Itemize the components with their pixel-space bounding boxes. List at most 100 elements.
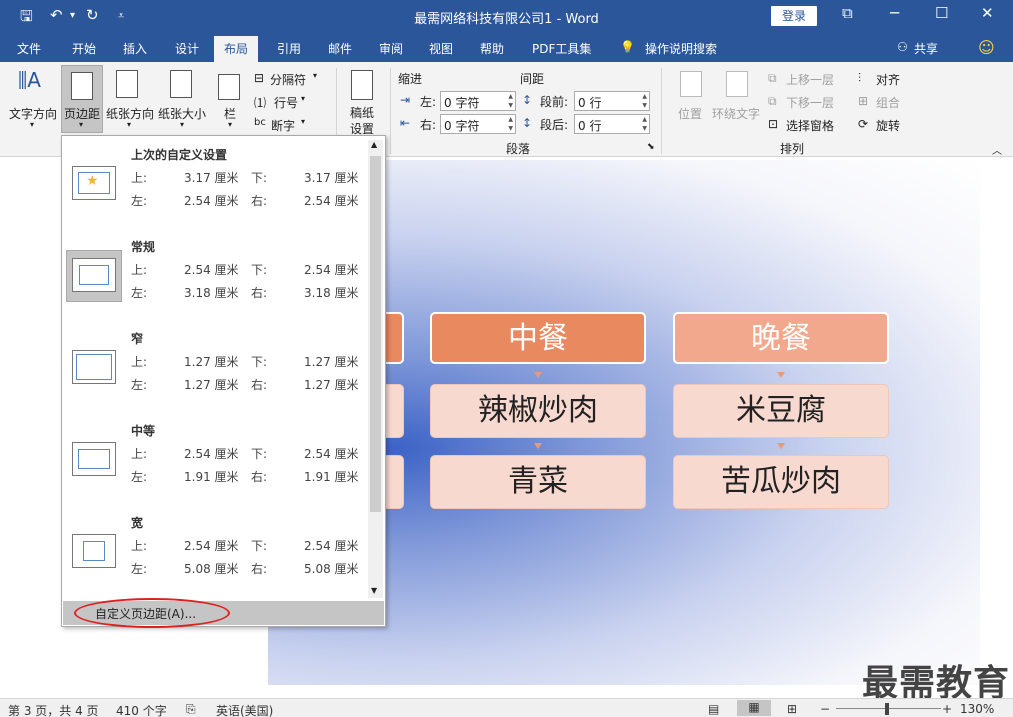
diagram-header-dinner[interactable]: 晚餐 — [673, 312, 889, 364]
spacing-after-input[interactable]: 0 行 ▲ ▼ — [574, 114, 650, 134]
minimize-button[interactable]: ─ — [890, 4, 899, 22]
selection-pane-icon: ⊡ — [768, 117, 779, 131]
scroll-down-icon[interactable]: ▼ — [371, 586, 377, 595]
spacing-header: 间距 — [520, 72, 545, 86]
tab-view[interactable]: 视图 — [429, 40, 453, 57]
value-bottom: 2.54 厘米 — [304, 539, 359, 553]
spacing-before-icon: ↕ — [522, 93, 533, 107]
value-bottom: 2.54 厘米 — [304, 263, 359, 277]
proofing-icon[interactable]: ⎘ — [186, 702, 196, 717]
label-left: 左: — [131, 286, 148, 300]
label-left: 左: — [131, 194, 148, 208]
chevron-down-icon: ▾ — [313, 71, 318, 80]
preset-name: 上次的自定义设置 — [131, 148, 228, 162]
share-button[interactable]: 共享 — [914, 40, 938, 57]
ribbon-display-icon[interactable]: ⧉ — [842, 4, 853, 22]
tab-home[interactable]: 开始 — [72, 40, 96, 57]
tab-layout[interactable]: 布局 — [214, 36, 259, 62]
tab-references[interactable]: 引用 — [277, 40, 301, 57]
group-button[interactable]: 组合 — [876, 94, 900, 111]
collapse-ribbon-icon[interactable]: ︿ — [992, 142, 1002, 157]
paragraph-dialog-launcher-icon[interactable]: ⬊ — [647, 142, 655, 152]
hyphenation-icon: bc — [254, 117, 266, 128]
read-mode-icon[interactable]: ▤ — [708, 702, 719, 716]
label-bottom: 下: — [251, 355, 268, 369]
zoom-level[interactable]: 130% — [960, 702, 994, 716]
zoom-slider-thumb[interactable] — [885, 703, 889, 715]
tab-pdf-tools[interactable]: PDF工具集 — [532, 40, 591, 57]
maximize-button[interactable]: ☐ — [935, 4, 948, 22]
wrap-text-icon — [726, 71, 748, 97]
down-arrow-icon — [777, 443, 785, 449]
value-left: 1.91 厘米 — [184, 470, 239, 484]
line-numbers-icon: ⑴ — [254, 96, 267, 110]
align-button[interactable]: 对齐 — [876, 71, 900, 88]
tell-me-search[interactable]: 操作说明搜索 — [645, 40, 717, 57]
tab-file[interactable]: 文件 — [17, 40, 41, 57]
tab-review[interactable]: 审阅 — [379, 40, 403, 57]
indent-left-input[interactable]: 0 字符 ▲ ▼ — [440, 91, 516, 111]
tab-insert[interactable]: 插入 — [123, 40, 147, 57]
close-button[interactable]: ✕ — [981, 4, 994, 22]
spacing-after-icon: ↕ — [522, 116, 533, 130]
language-indicator[interactable]: 英语(美国) — [216, 702, 273, 717]
rotate-button[interactable]: 旋转 — [876, 117, 900, 134]
breaks-button[interactable]: 分隔符 — [270, 71, 306, 88]
indent-right-input[interactable]: 0 字符 ▲ ▼ — [440, 114, 516, 134]
diagram-item[interactable]: 辣椒炒肉 — [430, 384, 646, 438]
margins-button[interactable]: 页边距 ▾ — [61, 65, 103, 133]
label-right: 右: — [251, 286, 268, 300]
line-numbers-button[interactable]: 行号 — [274, 94, 298, 111]
margin-preset-normal[interactable]: 常规 上: 2.54 厘米 下: 2.54 厘米 左: 3.18 厘米 右: 3… — [62, 228, 367, 320]
page-count[interactable]: 第 3 页，共 4 页 — [8, 702, 99, 717]
value-right: 5.08 厘米 — [304, 562, 359, 576]
label-top: 上: — [131, 355, 148, 369]
value-bottom: 2.54 厘米 — [304, 447, 359, 461]
word-count[interactable]: 410 个字 — [116, 702, 167, 717]
hyphenation-button[interactable]: 断字 — [271, 117, 295, 134]
margin-preset-thumbnail — [72, 258, 116, 292]
zoom-in-icon[interactable]: + — [942, 702, 952, 716]
zoom-out-icon[interactable]: − — [820, 702, 830, 716]
tab-mailings[interactable]: 邮件 — [328, 40, 352, 57]
spacing-before-input[interactable]: 0 行 ▲ ▼ — [574, 91, 650, 111]
spacing-before-label: 段前: — [540, 95, 569, 109]
chevron-down-icon: ▾ — [30, 120, 35, 129]
orientation-icon — [116, 70, 138, 98]
bring-forward-button[interactable]: 上移一层 — [786, 71, 834, 88]
margin-preset-wide[interactable]: 宽 上: 2.54 厘米 下: 2.54 厘米 左: 5.08 厘米 右: 5.… — [62, 504, 367, 596]
wrap-text-button[interactable]: 环绕文字 — [712, 105, 760, 122]
diagram-header-lunch[interactable]: 中餐 — [430, 312, 646, 364]
scroll-up-icon[interactable]: ▲ — [371, 140, 377, 149]
margin-preset-last-custom[interactable]: 上次的自定义设置 ★ 上: 3.17 厘米 下: 3.17 厘米 左: 2.54… — [62, 136, 367, 228]
position-icon — [680, 71, 702, 97]
scrollbar-thumb[interactable] — [370, 156, 381, 512]
diagram-item[interactable]: 苦瓜炒肉 — [673, 455, 889, 509]
margin-preset-moderate[interactable]: 中等 上: 2.54 厘米 下: 2.54 厘米 左: 1.91 厘米 右: 1… — [62, 412, 367, 504]
position-button[interactable]: 位置 — [678, 105, 702, 122]
diagram-item[interactable]: 青菜 — [430, 455, 646, 509]
print-layout-icon[interactable]: ▦ — [737, 700, 771, 716]
margin-preset-thumbnail — [72, 350, 116, 384]
group-separator — [390, 68, 391, 154]
smiley-feedback-icon[interactable]: ☺ — [978, 38, 995, 57]
lightbulb-icon: 💡 — [620, 40, 635, 54]
send-backward-button[interactable]: 下移一层 — [786, 94, 834, 111]
preset-name: 常规 — [131, 240, 156, 254]
label-bottom: 下: — [251, 171, 268, 185]
indent-left-label: 左: — [420, 95, 437, 109]
tab-help[interactable]: 帮助 — [480, 40, 504, 57]
diagram-item[interactable]: 米豆腐 — [673, 384, 889, 438]
spacing-after-label: 段后: — [540, 118, 569, 132]
selection-pane-button[interactable]: 选择窗格 — [786, 117, 834, 134]
margin-preset-narrow[interactable]: 窄 上: 1.27 厘米 下: 1.27 厘米 左: 1.27 厘米 右: 1.… — [62, 320, 367, 412]
tab-design[interactable]: 设计 — [175, 40, 199, 57]
label-top: 上: — [131, 263, 148, 277]
draft-paper-icon — [351, 70, 373, 100]
margin-preset-thumbnail — [72, 442, 116, 476]
label-top: 上: — [131, 539, 148, 553]
web-layout-icon[interactable]: ⊞ — [787, 702, 797, 716]
dropdown-scrollbar[interactable]: ▲ ▼ — [368, 140, 383, 598]
star-icon: ★ — [86, 173, 99, 189]
login-button[interactable]: 登录 — [771, 6, 817, 26]
